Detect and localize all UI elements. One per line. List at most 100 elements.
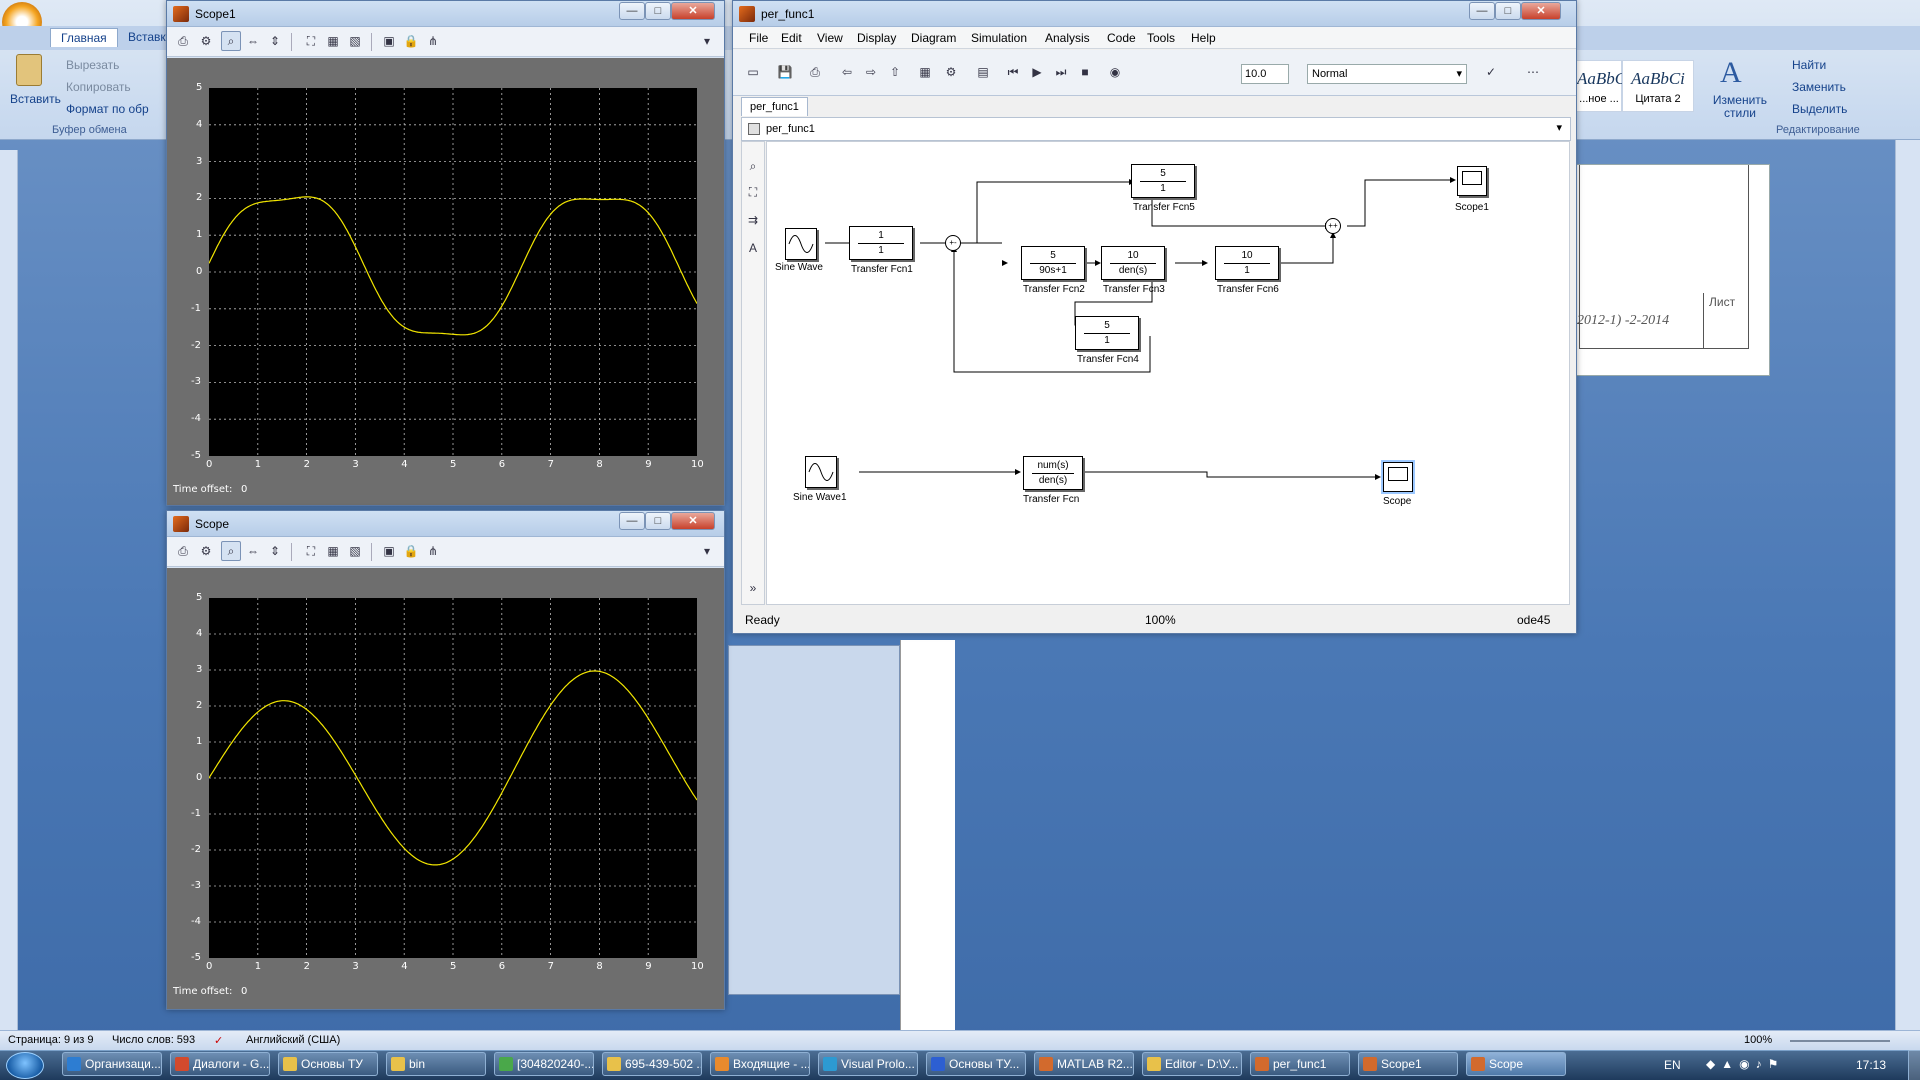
stop-time-input[interactable] [1241,64,1289,84]
signal-selection-icon[interactable]: ⋔ [423,31,443,51]
toolbar-chevron-icon[interactable]: ▾ [697,541,717,561]
transfer-fcn1-block[interactable]: 11 [849,226,913,260]
zoom-y-icon[interactable]: ⇕ [265,541,285,561]
new-model-icon[interactable]: ▭ [743,62,763,82]
taskbar-item[interactable]: per_func1 [1250,1052,1350,1076]
model-config-icon[interactable]: ⚙ [941,62,961,82]
close-button[interactable]: ✕ [671,2,715,20]
taskbar-item[interactable]: Входящие - ... [710,1052,810,1076]
menu-view[interactable]: View [817,31,843,45]
zoom-in-icon[interactable]: ⌕ [743,156,763,176]
chevron-down-icon[interactable]: ▾ [1556,121,1562,134]
style-gallery-item-2[interactable]: AaBbCi Цитата 2 [1622,60,1694,112]
taskbar-item[interactable]: [304820240-... [494,1052,594,1076]
cut-button[interactable]: Вырезать [66,58,119,72]
menu-code[interactable]: Code [1107,31,1136,45]
vertical-scrollbar[interactable] [1895,140,1920,1030]
restore-axes-icon[interactable]: ▧ [345,31,365,51]
lock-icon[interactable]: 🔒 [401,31,421,51]
menu-edit[interactable]: Edit [781,31,802,45]
step-forward-icon[interactable]: ⏭ [1051,62,1071,82]
style-gallery-item-1[interactable]: AaBbC ...ное ... [1576,60,1626,112]
taskbar-item[interactable]: Scope [1466,1052,1566,1076]
floating-scope-icon[interactable]: ▣ [379,541,399,561]
close-button[interactable]: ✕ [1521,2,1561,20]
model-canvas[interactable]: Sine Wave 11 Transfer Fcn1 +- 5 90s+1 Tra… [766,141,1570,605]
taskbar-item[interactable]: bin [386,1052,486,1076]
save-icon[interactable]: 💾 [775,62,795,82]
copy-button[interactable]: Копировать [66,80,131,94]
format-painter-button[interactable]: Формат по обр [66,102,149,116]
menu-analysis[interactable]: Analysis [1045,31,1090,45]
scope-titlebar[interactable]: Scope — □ ✕ [167,511,724,537]
transfer-fcn5-block[interactable]: 51 [1131,164,1195,198]
autoscale-icon[interactable]: ⛶ [301,31,321,51]
zoom-slider[interactable] [1790,1040,1890,1042]
forward-icon[interactable]: ⇨ [861,62,881,82]
transfer-fcn6-block[interactable]: 10 1 [1215,246,1279,280]
maximize-button[interactable]: □ [645,512,671,530]
transfer-fcn4-block[interactable]: 51 [1075,316,1139,350]
transfer-fcn3-block[interactable]: 10 den(s) [1101,246,1165,280]
lock-icon[interactable]: 🔒 [401,541,421,561]
zoom-icon[interactable]: ⌕ [221,541,241,561]
build-icon[interactable]: ⋯ [1523,62,1543,82]
change-styles-button[interactable]: Изменить стили [1710,94,1770,120]
floating-scope-icon[interactable]: ▣ [379,31,399,51]
status-zoom[interactable]: 100% [1744,1034,1772,1046]
tab-per-func1[interactable]: per_func1 [741,97,808,116]
transfer-fcn2-block[interactable]: 5 90s+1 [1021,246,1085,280]
start-button[interactable] [6,1052,44,1079]
sine-wave1-block[interactable] [805,456,837,488]
print-icon[interactable]: ⎙ [805,62,825,82]
run-icon[interactable]: ▶ [1027,62,1047,82]
spellcheck-icon[interactable]: ✓ [214,1034,223,1047]
breadcrumb[interactable]: per_func1 [766,123,815,135]
taskbar-item[interactable]: Editor - D:\У... [1142,1052,1242,1076]
scope-axes[interactable] [209,598,697,958]
change-styles-icon[interactable]: A [1720,56,1742,90]
taskbar-item[interactable]: Организаци... [62,1052,162,1076]
select-button[interactable]: Выделить [1792,102,1847,116]
show-desktop-button[interactable] [1908,1050,1920,1080]
taskbar-item[interactable]: Visual Prolo... [818,1052,918,1076]
zoom-x-icon[interactable]: ⇔ [243,31,263,51]
menu-help[interactable]: Help [1191,31,1216,45]
parameters-icon[interactable]: ⚙ [196,31,216,51]
scope1-titlebar[interactable]: Scope1 — □ ✕ [167,1,724,27]
taskbar-item[interactable]: 695-439-502 ... [602,1052,702,1076]
maximize-button[interactable]: □ [645,2,671,20]
record-icon[interactable]: ◉ [1105,62,1125,82]
model-advisor-icon[interactable]: ✓ [1481,62,1501,82]
maximize-button[interactable]: □ [1495,2,1521,20]
scope-block[interactable] [1381,460,1415,494]
status-words[interactable]: Число слов: 593 [112,1034,195,1046]
sum-block-1[interactable]: +- [945,235,961,251]
zoom-x-icon[interactable]: ⇔ [243,541,263,561]
scope1-block[interactable] [1457,166,1487,196]
replace-button[interactable]: Заменить [1792,80,1846,94]
language-indicator[interactable]: EN [1664,1058,1681,1072]
toolbar-chevron-icon[interactable]: ▾ [697,31,717,51]
menu-file[interactable]: File [749,31,768,45]
close-button[interactable]: ✕ [671,512,715,530]
transfer-fcn-block[interactable]: num(s) den(s) [1023,456,1083,490]
status-language[interactable]: Английский (США) [246,1034,340,1046]
tray-icons[interactable]: ◆▲◉♪⚑ [1706,1057,1784,1071]
menu-display[interactable]: Display [857,31,896,45]
zoom-icon[interactable]: ⌕ [221,31,241,51]
paste-button[interactable]: Вставить [10,92,61,106]
restore-axes-icon[interactable]: ▧ [345,541,365,561]
minimize-button[interactable]: — [619,512,645,530]
menu-simulation[interactable]: Simulation [971,31,1027,45]
print-icon[interactable]: ⎙ [173,541,193,561]
scope1-axes[interactable] [209,88,697,456]
sum-block-2[interactable]: ++ [1325,218,1341,234]
clock[interactable]: 17:13 [1856,1058,1886,1072]
simulink-titlebar[interactable]: per_func1 — □ ✕ [733,1,1576,27]
status-page[interactable]: Страница: 9 из 9 [8,1034,94,1046]
fit-view-icon[interactable]: ⛶ [743,182,763,202]
back-icon[interactable]: ⇦ [837,62,857,82]
annotation-icon[interactable]: A [743,238,763,258]
arrow-icon[interactable]: ⇉ [743,210,763,230]
